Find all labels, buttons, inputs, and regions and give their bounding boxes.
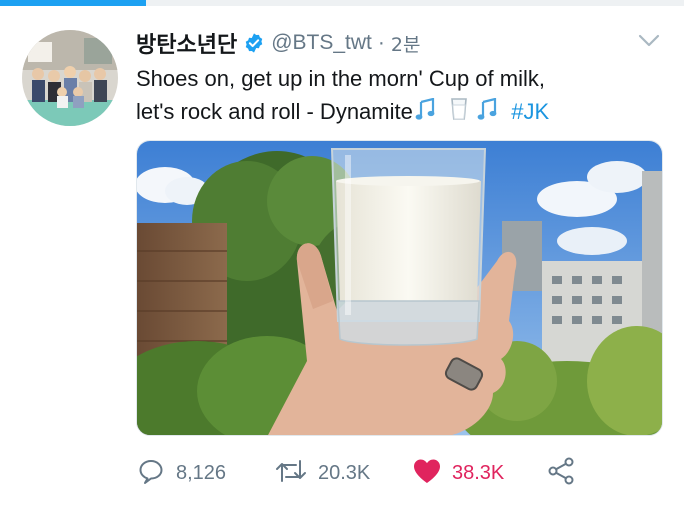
tweet-text-dynamite: let's rock and roll - Dynamite — [136, 99, 413, 124]
user-handle[interactable]: @BTS_twt — [271, 31, 372, 55]
milk-glass-icon — [449, 96, 469, 131]
avatar-group-photo — [22, 30, 118, 126]
separator-dot: · — [377, 31, 385, 54]
tweet-text-line-1: Shoes on, get up in the morn' Cup of mil… — [136, 66, 545, 91]
heart-icon — [412, 457, 442, 490]
reply-count: 8,126 — [176, 461, 227, 484]
music-notes-icon — [475, 97, 505, 131]
like-button[interactable]: 38.3K — [412, 455, 504, 491]
tweet-header: 방탄소년단 @BTS_twt · 2분 — [136, 26, 420, 60]
share-icon — [546, 456, 576, 491]
tweet-actions: 8,126 20.3K 38.3K — [136, 455, 656, 491]
hashtag-link[interactable]: #JK — [511, 99, 549, 124]
milk-glass-photo — [137, 141, 662, 435]
top-progress-track — [0, 0, 684, 6]
verified-badge-icon — [243, 32, 265, 54]
retweet-count: 20.3K — [318, 461, 371, 484]
display-name[interactable]: 방탄소년단 — [136, 27, 237, 59]
tweet-text-line-2: let's rock and roll - Dynamite #JK — [136, 95, 666, 131]
share-button[interactable] — [546, 455, 576, 491]
chevron-down-icon[interactable] — [634, 28, 664, 54]
tweet-text: Shoes on, get up in the morn' Cup of mil… — [136, 62, 666, 131]
avatar[interactable] — [22, 30, 118, 126]
top-progress-bar — [0, 0, 146, 6]
retweet-icon — [274, 456, 308, 491]
music-notes-icon — [413, 97, 443, 131]
retweet-button[interactable]: 20.3K — [274, 455, 370, 491]
like-count: 38.3K — [452, 461, 505, 484]
reply-button[interactable]: 8,126 — [136, 455, 226, 491]
tweet-media-photo[interactable] — [136, 140, 663, 436]
timestamp[interactable]: 2분 — [391, 30, 421, 57]
reply-icon — [136, 456, 166, 491]
